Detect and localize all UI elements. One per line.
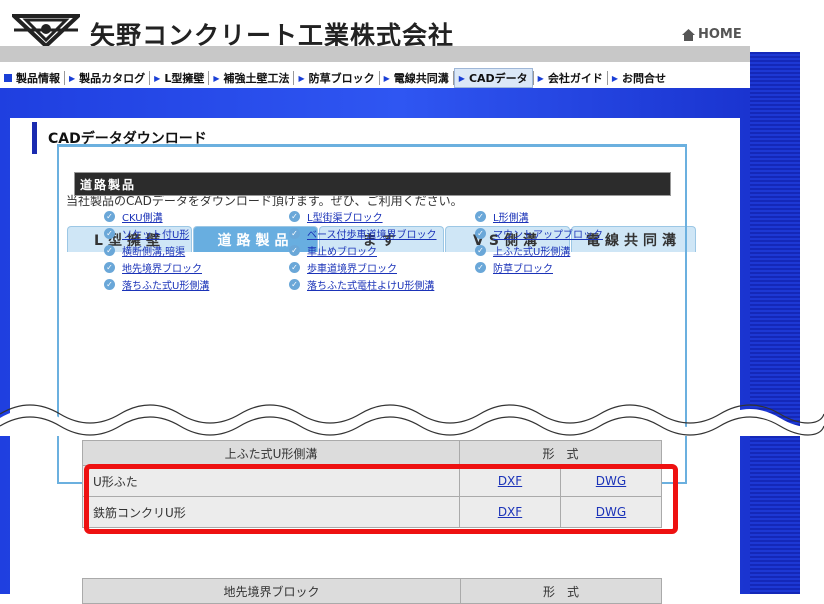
company-logo-icon[interactable] <box>12 12 80 48</box>
chevron-down-circle-icon: ✓ <box>104 228 115 239</box>
list-item: ✓ マウントアップブロック <box>475 225 603 242</box>
nav-item[interactable]: ▶ お問合せ <box>608 68 670 88</box>
square-icon <box>4 74 12 82</box>
triangle-icon: ▶ <box>458 73 465 83</box>
chevron-down-circle-icon: ✓ <box>475 211 486 222</box>
list-item: ✓ 上ふた式U形側溝 <box>475 242 603 259</box>
product-link[interactable]: ソケット付U形 <box>122 226 189 241</box>
triangle-icon: ▶ <box>69 73 76 83</box>
nav-label: L型擁壁 <box>164 72 205 85</box>
product-link[interactable]: 地先境界ブロック <box>122 260 202 275</box>
product-link[interactable]: 防草ブロック <box>493 260 553 275</box>
list-item: ✓ 落ちふた式電柱よけU形側溝 <box>289 276 437 293</box>
triangle-icon: ▶ <box>611 73 618 83</box>
chevron-down-circle-icon: ✓ <box>475 245 486 256</box>
house-icon <box>682 28 695 41</box>
list-item: ✓ L型街渠ブロック <box>289 208 437 225</box>
chevron-down-circle-icon: ✓ <box>289 262 300 273</box>
list-item: ✓ 歩車道境界ブロック <box>289 259 437 276</box>
table-header-name: 地先境界ブロック <box>82 578 461 604</box>
chevron-down-circle-icon: ✓ <box>104 279 115 290</box>
product-link[interactable]: CKU側溝 <box>122 209 163 224</box>
nav-label: 製品情報 <box>16 72 60 85</box>
nav-label: CADデータ <box>468 72 528 85</box>
list-item: ✓ ソケット付U形 <box>104 225 209 242</box>
product-link[interactable]: L形側溝 <box>493 209 529 224</box>
nav-label: 補強土壁工法 <box>223 72 290 85</box>
triangle-icon: ▶ <box>298 73 305 83</box>
nav-item[interactable]: ▶ 防草ブロック <box>294 68 378 88</box>
nav-item[interactable]: ▶ L型擁壁 <box>150 68 208 88</box>
link-column: ✓ L型街渠ブロック ✓ ベース付歩車道境界ブロック ✓ 車止めブロック ✓ 歩車道境界ブロッ… <box>289 208 437 293</box>
table-header-row: 上ふた式U形側溝 形 式 <box>82 440 662 466</box>
nav-item[interactable]: ▶ 補強土壁工法 <box>209 68 293 88</box>
chevron-down-circle-icon: ✓ <box>289 279 300 290</box>
product-link[interactable]: 上ふた式U形側溝 <box>493 243 570 258</box>
header-divider <box>0 46 750 62</box>
nav-label: 会社ガイド <box>547 72 603 85</box>
nav-item[interactable]: 製品情報 <box>0 68 64 88</box>
product-link[interactable]: 車止めブロック <box>307 243 377 258</box>
chevron-down-circle-icon: ✓ <box>475 228 486 239</box>
nav-item[interactable]: ▶ 製品カタログ <box>65 68 149 88</box>
triangle-icon: ▶ <box>383 73 390 83</box>
product-link[interactable]: マウントアップブロック <box>493 226 603 241</box>
product-link[interactable]: 落ちふた式電柱よけU形側溝 <box>307 277 434 292</box>
chevron-down-circle-icon: ✓ <box>289 211 300 222</box>
right-margin <box>800 0 824 594</box>
chevron-down-circle-icon: ✓ <box>289 245 300 256</box>
list-item: ✓ 落ちふた式U形側溝 <box>104 276 209 293</box>
nav-label: 防草ブロック <box>308 72 375 85</box>
table-header-name: 上ふた式U形側溝 <box>82 440 460 466</box>
list-item: ✓ CKU側溝 <box>104 208 209 225</box>
cad-download-table-2: 地先境界ブロック 形 式 <box>82 578 662 604</box>
list-item: ✓ 防草ブロック <box>475 259 603 276</box>
nav-item[interactable]: ▶ 電線共同溝 <box>380 68 453 88</box>
triangle-icon: ▶ <box>537 73 544 83</box>
global-nav: 製品情報 ▶ 製品カタログ ▶ L型擁壁 ▶ 補強土壁工法 ▶ 防草ブロック ▶ 電線共同溝 ▶ CAD… <box>0 68 750 88</box>
section-heading: 道路製品 <box>74 172 671 196</box>
nav-item[interactable]: ▶ 会社ガイド <box>534 68 607 88</box>
triangle-icon: ▶ <box>213 73 220 83</box>
chevron-down-circle-icon: ✓ <box>104 262 115 273</box>
link-column: ✓ CKU側溝 ✓ ソケット付U形 ✓ 横断側溝,暗渠 ✓ 地先境界ブロック ✓ 落ちふた式U形側… <box>104 208 209 293</box>
nav-item[interactable]: ▶ CADデータ <box>453 68 533 88</box>
list-item: ✓ 地先境界ブロック <box>104 259 209 276</box>
list-item: ✓ 横断側溝,暗渠 <box>104 242 209 259</box>
nav-label: お問合せ <box>621 72 666 85</box>
link-column: ✓ L形側溝 ✓ マウントアップブロック ✓ 上ふた式U形側溝 ✓ 防草ブロック <box>475 208 603 276</box>
table-header-row: 地先境界ブロック 形 式 <box>82 578 662 604</box>
highlight-box <box>84 464 678 534</box>
right-side-strip <box>750 52 800 594</box>
table-header-format: 形 式 <box>460 578 662 604</box>
nav-label: 電線共同溝 <box>393 72 449 85</box>
nav-label: 製品カタログ <box>79 72 146 85</box>
list-item: ✓ L形側溝 <box>475 208 603 225</box>
product-link[interactable]: 横断側溝,暗渠 <box>122 243 185 258</box>
chevron-down-circle-icon: ✓ <box>289 228 300 239</box>
home-label: HOME <box>698 27 742 42</box>
table-header-format: 形 式 <box>459 440 662 466</box>
screenshot-break-wave <box>0 404 824 436</box>
product-link[interactable]: L型街渠ブロック <box>307 209 383 224</box>
chevron-down-circle-icon: ✓ <box>475 262 486 273</box>
home-link[interactable]: HOME <box>682 27 742 42</box>
chevron-down-circle-icon: ✓ <box>104 245 115 256</box>
product-link[interactable]: 歩車道境界ブロック <box>307 260 397 275</box>
product-link[interactable]: ベース付歩車道境界ブロック <box>307 226 437 241</box>
triangle-icon: ▶ <box>154 73 161 83</box>
list-item: ✓ 車止めブロック <box>289 242 437 259</box>
list-item: ✓ ベース付歩車道境界ブロック <box>289 225 437 242</box>
chevron-down-circle-icon: ✓ <box>104 211 115 222</box>
product-link[interactable]: 落ちふた式U形側溝 <box>122 277 209 292</box>
